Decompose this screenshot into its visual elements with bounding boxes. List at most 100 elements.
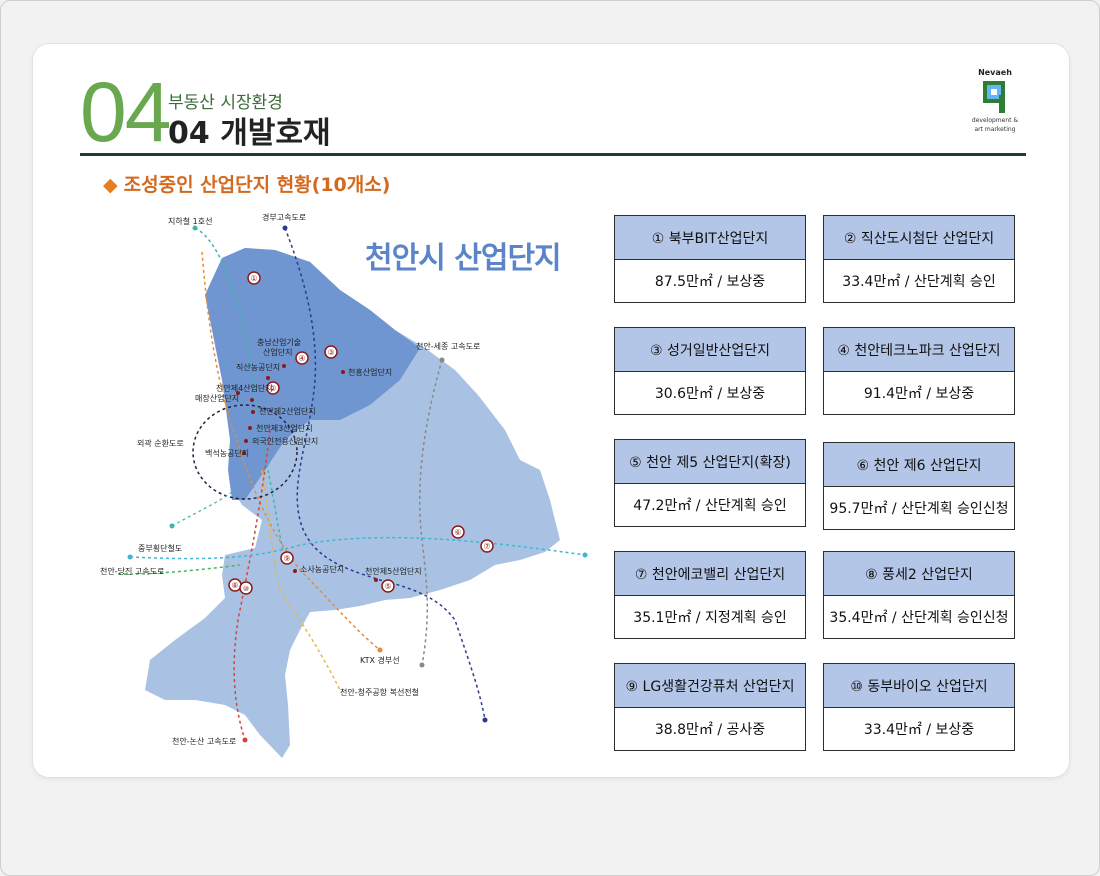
complex-name: ③ 성거일반산업단지 xyxy=(615,328,805,372)
complex-dot xyxy=(250,398,254,402)
complex-info: 33.4만㎡ / 산단계획 승인 xyxy=(842,274,996,290)
complex-name: ② 직산도시첨단 산업단지 xyxy=(824,216,1014,260)
route-endpoint xyxy=(582,552,588,558)
complex-card: ③ 성거일반산업단지 30.6만㎡ / 보상중 xyxy=(614,327,806,415)
map-marker-9: ⑨ xyxy=(280,551,294,565)
label-cheonan2: 천안제2산업단지 xyxy=(259,406,316,416)
complex-info: 30.6만㎡ / 보상중 xyxy=(654,386,766,402)
section-number: 04 xyxy=(80,65,171,159)
logo-mark-icon xyxy=(981,79,1009,115)
complex-card: ① 북부BIT산업단지 87.5만㎡ / 보상중 xyxy=(614,215,806,303)
route-endpoint xyxy=(377,647,383,653)
label-chungnam-tech: 충남산업기술 xyxy=(257,337,301,347)
complex-card: ⑤ 천안 제5 산업단지(확장) 47.2만㎡ / 산단계획 승인 xyxy=(614,439,806,527)
diamond-bullet-icon: ◆ xyxy=(103,174,118,196)
complex-name: ⑨ LG생활건강퓨처 산업단지 xyxy=(615,664,805,708)
map-marker-10: ⑩ xyxy=(239,581,253,595)
logo-brand-name: Nevaeh xyxy=(978,68,1012,77)
complex-card: ⑩ 동부바이오 산업단지 33.4만㎡ / 보상중 xyxy=(823,663,1015,751)
complex-card: ④ 천안테크노파크 산업단지 91.4만㎡ / 보상중 xyxy=(823,327,1015,415)
svg-text:③: ③ xyxy=(327,348,334,357)
svg-text:⑦: ⑦ xyxy=(483,542,490,551)
section-title: 조성중인 산업단지 현황(10개소) xyxy=(123,174,391,196)
label-cheonan-sejong: 천안-세종 고속도로 xyxy=(416,341,480,351)
svg-text:⑤: ⑤ xyxy=(384,582,391,591)
route-endpoint xyxy=(419,662,425,668)
label-outer-ring: 외곽 순환도로 xyxy=(137,438,184,448)
brand-logo: Nevaeh development & art marketing xyxy=(970,68,1020,133)
complex-dot xyxy=(251,410,255,414)
complex-name: ⑦ 천안에코밸리 산업단지 xyxy=(615,552,805,596)
route-endpoint xyxy=(192,225,198,231)
complex-name: ④ 천안테크노파크 산업단지 xyxy=(824,328,1014,372)
route-endpoint xyxy=(242,737,248,743)
label-gyeongbu: 경부고속도로 xyxy=(262,212,306,222)
label-industrial-complex: 산업단지 xyxy=(263,347,292,357)
complex-card: ⑨ LG생활건강퓨처 산업단지 38.8만㎡ / 공사중 xyxy=(614,663,806,751)
complex-info: 47.2만㎡ / 산단계획 승인 xyxy=(633,498,787,514)
label-sosa: 소사농공단지 xyxy=(300,564,344,574)
complex-card: ⑦ 천안에코밸리 산업단지 35.1만㎡ / 지정계획 승인 xyxy=(614,551,806,639)
svg-text:④: ④ xyxy=(298,354,305,363)
map-marker-6: ⑥ xyxy=(451,525,465,539)
complex-info: 95.7만㎡ / 산단계획 승인신청 xyxy=(829,501,1009,517)
complex-dot xyxy=(282,364,286,368)
map-marker-1: ① xyxy=(247,271,261,285)
label-dangjin: 천안-당진 고속도로 xyxy=(100,566,164,576)
svg-text:⑧: ⑧ xyxy=(231,581,238,590)
svg-text:⑥: ⑥ xyxy=(454,528,461,537)
svg-text:⑩: ⑩ xyxy=(243,585,249,593)
complex-name: ⑤ 천안 제5 산업단지(확장) xyxy=(615,440,805,484)
map-marker-3: ③ xyxy=(324,345,338,359)
route-endpoint xyxy=(169,523,175,529)
label-cheonheung: 천흥산업단지 xyxy=(348,367,392,377)
map-marker-5: ⑤ xyxy=(381,579,395,593)
complex-name: ⑩ 동부바이오 산업단지 xyxy=(824,664,1014,708)
complex-card: ⑥ 천안 제6 산업단지 95.7만㎡ / 산단계획 승인신청 xyxy=(823,442,1015,530)
route-ring-link xyxy=(171,484,241,527)
complex-dot xyxy=(248,426,252,430)
complex-info: 35.4만㎡ / 산단계획 승인신청 xyxy=(829,610,1009,626)
complex-info: 87.5만㎡ / 보상중 xyxy=(654,274,766,290)
logo-tagline-2: art marketing xyxy=(974,126,1016,133)
complex-card: ⑧ 풍세2 산업단지 35.4만㎡ / 산단계획 승인신청 xyxy=(823,551,1015,639)
complex-dot xyxy=(266,376,270,380)
header-divider xyxy=(80,153,1026,156)
svg-text:⑨: ⑨ xyxy=(283,554,290,563)
label-cheonan4: 천안제4산업단지 xyxy=(216,383,273,393)
complex-name: ⑧ 풍세2 산업단지 xyxy=(824,552,1014,596)
logo-tagline-1: development & xyxy=(971,117,1019,124)
complex-name: ① 북부BIT산업단지 xyxy=(615,216,805,260)
label-foreign: 외국인전용산업단지 xyxy=(252,436,318,446)
map-marker-7: ⑦ xyxy=(480,539,494,553)
complex-name: ⑥ 천안 제6 산업단지 xyxy=(824,443,1014,487)
complex-dot xyxy=(244,439,248,443)
svg-text:①: ① xyxy=(250,274,257,283)
route-endpoint xyxy=(482,717,488,723)
route-endpoint xyxy=(127,554,133,560)
map-marker-8: ⑧ xyxy=(228,578,242,592)
section-heading: ◆ 조성중인 산업단지 현황(10개소) xyxy=(103,170,390,197)
complex-dot xyxy=(374,578,378,582)
complex-info: 35.1만㎡ / 지정계획 승인 xyxy=(633,610,787,626)
label-baekseok: 백석농공단지 xyxy=(205,448,249,458)
label-maejang: 매장산업단지 xyxy=(195,393,239,403)
label-cheongju: 천안-청주공항 복선전철 xyxy=(340,687,419,697)
label-subway: 지하철 1호선 xyxy=(168,216,212,226)
map-marker-4: ④ xyxy=(295,351,309,365)
label-ktx: KTX 경부선 xyxy=(360,655,400,665)
label-jiksan: 직산농공단지 xyxy=(236,362,280,372)
route-endpoint xyxy=(439,357,445,363)
complex-card: ② 직산도시첨단 산업단지 33.4만㎡ / 산단계획 승인 xyxy=(823,215,1015,303)
complex-dot xyxy=(293,569,297,573)
complex-info: 38.8만㎡ / 공사중 xyxy=(654,722,766,738)
cheonan-map: ① ② ③ ④ ⑤ ⑥ ⑦ ⑧ ⑨ ⑩ 지하철 1호선 경부고속도로 충남산업기… xyxy=(100,212,588,758)
label-cheonan3: 천안제3산업단지 xyxy=(256,423,313,433)
complex-info: 33.4만㎡ / 보상중 xyxy=(863,722,975,738)
label-jungbu: 중부횡단철도 xyxy=(138,543,182,553)
label-nonsan: 천안-논산 고속도로 xyxy=(172,736,236,746)
complex-info: 91.4만㎡ / 보상중 xyxy=(863,386,975,402)
route-endpoint xyxy=(282,225,288,231)
label-cheonan5: 천안제5산업단지 xyxy=(365,566,422,576)
complex-dot xyxy=(341,370,345,374)
